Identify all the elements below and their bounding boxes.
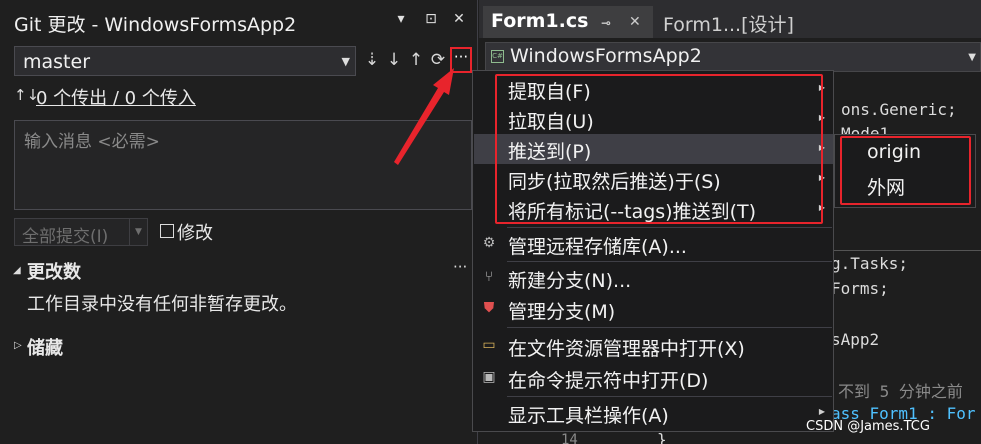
project-dropdown[interactable]: C# WindowsFormsApp2 ▼ <box>485 42 981 72</box>
git-changes-panel: Git 更改 - WindowsFormsApp2 ▾ ⊡ ✕ master ▼… <box>0 0 478 444</box>
code-line: g.Tasks; <box>831 254 909 273</box>
amend-label[interactable]: 修改 <box>177 219 213 245</box>
branch-dropdown[interactable]: master ▼ <box>14 46 356 76</box>
menu-item-label: 管理远程存储库(A)... <box>508 236 687 258</box>
menu-item-label: 管理分支(M) <box>508 301 616 323</box>
code-line: sApp2 <box>831 330 880 349</box>
project-name: WindowsFormsApp2 <box>510 45 702 67</box>
code-line: } <box>657 430 667 444</box>
menu-item-open-in-command-prompt[interactable]: ▣ 在命令提示符中打开(D) <box>474 363 833 393</box>
menu-item-label: 在命令提示符中打开(D) <box>508 370 709 392</box>
code-separator <box>824 250 981 251</box>
annotation-highlight-menu-items <box>495 74 823 224</box>
line-number: 14 <box>561 432 578 444</box>
menu-item-new-branch[interactable]: ⑂ 新建分支(N)... <box>474 263 833 293</box>
pull-icon[interactable]: ↓ <box>385 50 403 70</box>
commit-all-label: 全部提交(I) <box>22 227 109 247</box>
new-branch-icon: ⑂ <box>484 269 494 285</box>
menu-item-label: 显示工具栏操作(A) <box>508 405 669 427</box>
chevron-down-icon[interactable]: ▼ <box>129 219 147 245</box>
stashes-section-header[interactable]: 储藏 <box>27 334 63 360</box>
terminal-icon: ▣ <box>482 369 496 385</box>
menu-item-show-toolbar-actions[interactable]: 显示工具栏操作(A) ▶ <box>474 398 833 428</box>
menu-item-open-in-explorer[interactable]: ▭ 在文件资源管理器中打开(X) <box>474 331 833 361</box>
fetch-icon[interactable]: ⇣ <box>363 50 381 70</box>
code-line: Forms; <box>831 279 889 298</box>
branch-name: master <box>23 51 91 73</box>
no-changes-message: 工作目录中没有任何非暂存更改。 <box>27 294 297 315</box>
outgoing-incoming-link[interactable]: 0 个传出 / 0 个传入 <box>36 84 196 110</box>
menu-item-manage-remotes[interactable]: ⚙ 管理远程存储库(A)... <box>474 229 833 259</box>
csharp-project-icon: C# <box>491 50 504 63</box>
sync-icon[interactable]: ⟳ <box>429 50 447 70</box>
code-line: ons.Generic; <box>841 100 957 119</box>
menu-separator <box>507 327 832 328</box>
commit-all-button[interactable]: 全部提交(I) ▼ <box>14 218 148 247</box>
close-icon[interactable]: ✕ <box>450 11 468 27</box>
more-options-button[interactable]: ··· <box>450 47 472 73</box>
folder-open-icon: ▭ <box>482 337 496 353</box>
tab-form1-cs[interactable]: Form1.cs ⊸ ✕ <box>483 6 653 38</box>
pin-icon[interactable]: ⊡ <box>422 11 440 27</box>
panel-titlebar: Git 更改 - WindowsFormsApp2 ▾ ⊡ ✕ <box>0 6 478 36</box>
panel-title: Git 更改 - WindowsFormsApp2 <box>14 14 297 36</box>
changes-section-header[interactable]: 更改数 <box>27 258 81 284</box>
code-lens-comment: 不到 5 分钟之前 <box>838 382 963 401</box>
pin-icon[interactable]: ⊸ <box>601 16 611 30</box>
changes-more-icon[interactable]: ··· <box>453 258 467 276</box>
tab-form1-design[interactable]: Form1...[设计] <box>655 6 981 38</box>
annotation-highlight-submenu <box>840 136 971 205</box>
menu-separator <box>507 261 832 262</box>
submenu-arrow-icon: ▶ <box>818 407 825 416</box>
amend-checkbox[interactable] <box>160 224 174 238</box>
menu-item-label: 新建分支(N)... <box>508 270 632 292</box>
menu-item-label: 在文件资源管理器中打开(X) <box>508 338 745 360</box>
expanded-caret-icon[interactable]: ◢ <box>13 265 21 276</box>
commit-message-input[interactable]: 输入消息 <必需> <box>14 120 472 210</box>
manage-branches-icon: ⛊ <box>483 300 495 316</box>
push-icon[interactable]: ↑ <box>407 50 425 70</box>
chevron-down-icon: ▼ <box>968 52 976 63</box>
chevron-down-icon: ▼ <box>341 55 350 68</box>
document-tabs: Form1.cs ⊸ ✕ Form1...[设计] <box>479 0 981 38</box>
menu-separator <box>507 396 832 397</box>
menu-separator <box>507 227 832 228</box>
watermark-text: CSDN @James.TCG <box>806 419 930 434</box>
window-position-dropdown-icon[interactable]: ▾ <box>392 11 410 27</box>
commit-message-placeholder: 输入消息 <必需> <box>24 132 160 152</box>
close-icon[interactable]: ✕ <box>629 14 641 30</box>
collapsed-caret-icon[interactable]: ▷ <box>14 340 22 351</box>
menu-item-manage-branches[interactable]: ⛊ 管理分支(M) <box>474 294 833 324</box>
tab-label: Form1.cs <box>491 10 589 32</box>
gear-icon: ⚙ <box>482 235 496 251</box>
tab-label: Form1...[设计] <box>663 14 794 36</box>
